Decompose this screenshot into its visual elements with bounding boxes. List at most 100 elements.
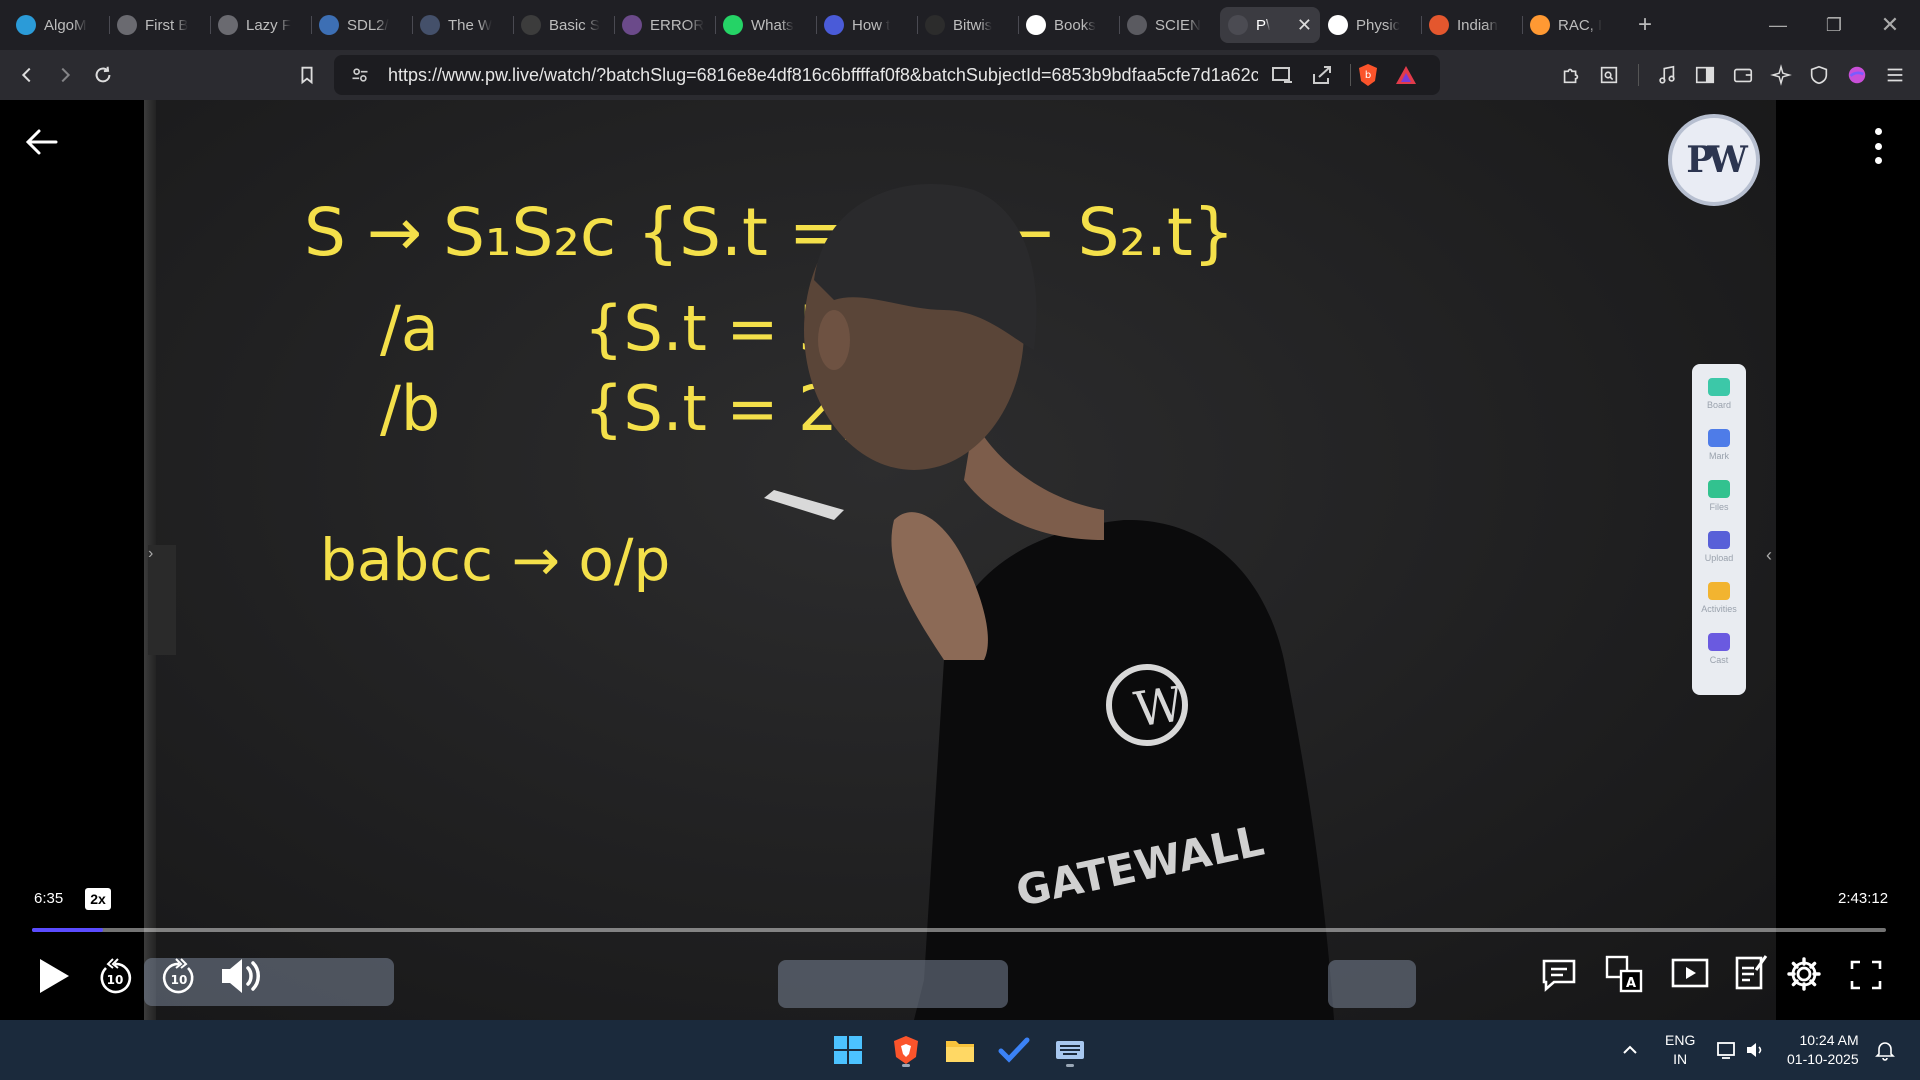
volume-tray-icon[interactable]	[1744, 1039, 1766, 1066]
forward-button[interactable]	[46, 56, 84, 94]
browser-tab[interactable]: The W	[412, 7, 513, 43]
browser-tab[interactable]: RAC, I	[1522, 7, 1623, 43]
side-tool-label: Upload	[1704, 553, 1734, 563]
taskbar-file-explorer[interactable]	[940, 1030, 980, 1070]
browser-tab[interactable]: How t	[816, 7, 917, 43]
tab-title: Books	[1054, 16, 1096, 34]
sidebar-icon	[1695, 66, 1715, 84]
tab-title: The W	[448, 16, 493, 34]
side-tool-files[interactable]: Files	[1708, 480, 1730, 527]
taskbar-brave[interactable]	[886, 1030, 926, 1070]
browser-tab[interactable]: First B	[109, 7, 210, 43]
network-icon[interactable]	[1716, 1039, 1738, 1066]
tab-title: SCIEN	[1155, 16, 1201, 34]
new-tab-button[interactable]: +	[1627, 7, 1663, 43]
pip-icon	[1671, 958, 1709, 988]
play-button[interactable]	[36, 956, 72, 996]
globe-icon	[1127, 15, 1147, 35]
browser-tab[interactable]: Whats	[715, 7, 816, 43]
input-language[interactable]: ENG IN	[1665, 1031, 1695, 1069]
playback-speed-badge[interactable]: 2x	[85, 888, 111, 910]
player-back-button[interactable]	[24, 124, 60, 160]
fullscreen-icon	[1850, 960, 1882, 990]
picture-in-picture-button[interactable]	[1670, 956, 1710, 992]
media-button[interactable]	[1648, 56, 1686, 94]
wallet-button[interactable]	[1724, 56, 1762, 94]
fullscreen-button[interactable]	[1850, 960, 1882, 990]
volume-button[interactable]	[218, 954, 264, 998]
left-panel-handle[interactable]: ›	[148, 545, 176, 655]
translate-button[interactable]: A	[1604, 954, 1644, 994]
browser-tab[interactable]: Bitwis	[917, 7, 1018, 43]
url-text[interactable]: https://www.pw.live/watch/?batchSlug=681…	[388, 65, 1258, 86]
browser-tab[interactable]: Books	[1018, 7, 1119, 43]
chat-button[interactable]	[1540, 956, 1578, 994]
browser-tab[interactable]: SCIEN	[1119, 7, 1220, 43]
back-button[interactable]	[8, 56, 46, 94]
mark-icon	[1708, 429, 1730, 447]
browser-tab[interactable]: Basic S	[513, 7, 614, 43]
close-window-button[interactable]: ✕	[1862, 0, 1918, 50]
brave-shields-icon[interactable]: b	[1356, 62, 1380, 93]
tabs-container: AlgoM First B Lazy F SDL2/The W Basic S ERROR…	[8, 7, 1623, 43]
minimize-button[interactable]: —	[1750, 0, 1806, 50]
rewind-10-button[interactable]: 10	[96, 956, 134, 996]
start-button[interactable]	[828, 1030, 868, 1070]
reader-mode-button[interactable]	[1590, 56, 1628, 94]
lang-region: IN	[1673, 1051, 1688, 1067]
site-settings-icon[interactable]	[350, 65, 370, 85]
seek-bar-played	[32, 928, 104, 932]
menu-button[interactable]	[1876, 56, 1914, 94]
install-app-icon[interactable]	[1270, 64, 1294, 91]
close-tab-icon[interactable]: ✕	[1297, 15, 1312, 36]
side-tool-board[interactable]: Board	[1707, 378, 1731, 425]
notes-button[interactable]	[1734, 952, 1768, 992]
video-player[interactable]: S → S₁S₂c {S.t = S₁.t − S₂.t} /a {S.t = …	[0, 100, 1920, 1020]
taskbar-touch-keyboard[interactable]	[1050, 1030, 1090, 1070]
faded-video-toolbar-right	[1328, 960, 1416, 1008]
side-tool-label: Cast	[1709, 655, 1729, 665]
browser-tab[interactable]: ERROR	[614, 7, 715, 43]
share-icon[interactable]	[1310, 64, 1334, 91]
tray-overflow-button[interactable]	[1620, 1040, 1640, 1065]
system-clock[interactable]: 10:24 AM 01-10-2025	[1787, 1031, 1859, 1069]
keyboard-icon	[1056, 1041, 1084, 1059]
brave-rewards-icon[interactable]	[1394, 64, 1418, 91]
settings-button[interactable]	[1786, 956, 1822, 992]
more-options-button[interactable]	[1866, 128, 1890, 164]
browser-tab[interactable]: SDL2/	[311, 7, 412, 43]
browser-tab[interactable]: Physic	[1320, 7, 1421, 43]
leo-ai-button[interactable]	[1762, 56, 1800, 94]
taskbar-todo[interactable]	[994, 1030, 1034, 1070]
vpn-button[interactable]	[1800, 56, 1838, 94]
bookmark-button[interactable]	[288, 56, 326, 94]
side-tool-activities[interactable]: Activities	[1701, 582, 1737, 629]
browser-tab[interactable]: Indian	[1421, 7, 1522, 43]
tab-title: Whats	[751, 16, 794, 34]
side-tool-cast[interactable]: Cast	[1708, 633, 1730, 680]
notifications-button[interactable]	[1874, 1039, 1896, 1066]
reload-button[interactable]	[84, 56, 122, 94]
side-tool-label: Mark	[1709, 451, 1729, 461]
play-icon	[40, 959, 69, 993]
right-panel-toggle[interactable]: ‹	[1766, 545, 1772, 566]
address-bar[interactable]: https://www.pw.live/watch/?batchSlug=681…	[334, 55, 1440, 95]
shield-icon	[1810, 65, 1828, 85]
extensions-button[interactable]	[1552, 56, 1590, 94]
side-tool-upload[interactable]: Upload	[1704, 531, 1734, 578]
reader-icon	[1600, 66, 1618, 84]
browser-tab[interactable]: P\ ✕	[1220, 7, 1320, 43]
browser-tab[interactable]: AlgoM	[8, 7, 109, 43]
board-icon	[1708, 378, 1730, 396]
wallet-icon	[1733, 68, 1753, 83]
divider	[1350, 64, 1351, 86]
seek-bar[interactable]	[32, 928, 1886, 932]
volume-icon	[222, 959, 260, 993]
restore-button[interactable]: ❐	[1806, 0, 1862, 50]
browser-tab[interactable]: Lazy F	[210, 7, 311, 43]
sidebar-button[interactable]	[1686, 56, 1724, 94]
chalkboard-writing: S → S₁S₂c {S.t = S₁.t − S₂.t} /a {S.t = …	[304, 184, 1334, 1020]
side-tool-mark[interactable]: Mark	[1708, 429, 1730, 476]
forward-10-button[interactable]: 10	[160, 956, 198, 996]
profile-button[interactable]	[1838, 56, 1876, 94]
